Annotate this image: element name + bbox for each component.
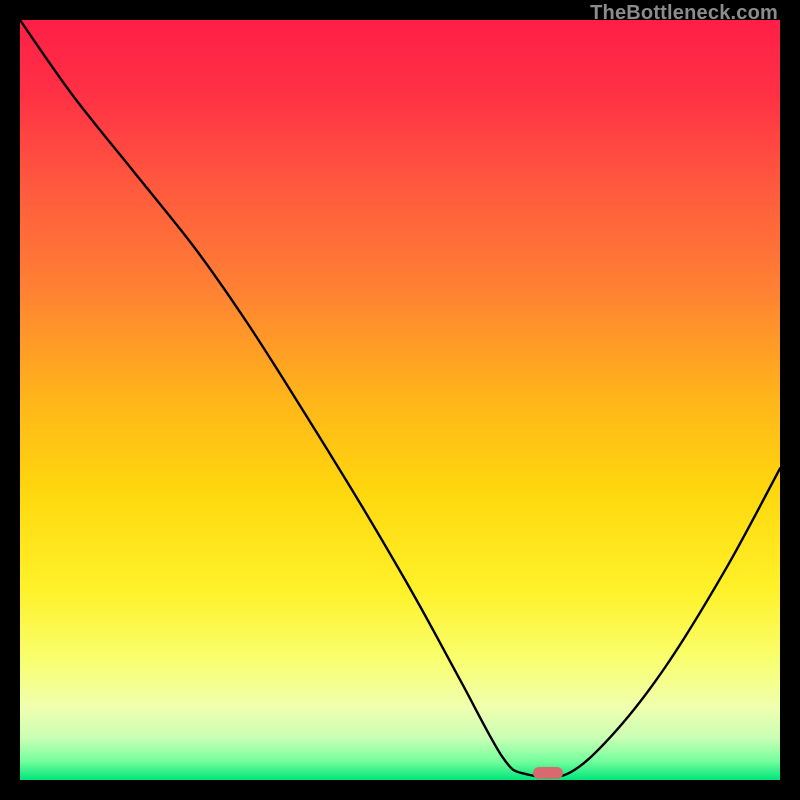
plot-area [20,20,780,780]
chart-frame: TheBottleneck.com [0,0,800,800]
bottleneck-curve [20,20,780,780]
watermark-label: TheBottleneck.com [590,2,778,25]
optimal-marker [533,767,563,779]
